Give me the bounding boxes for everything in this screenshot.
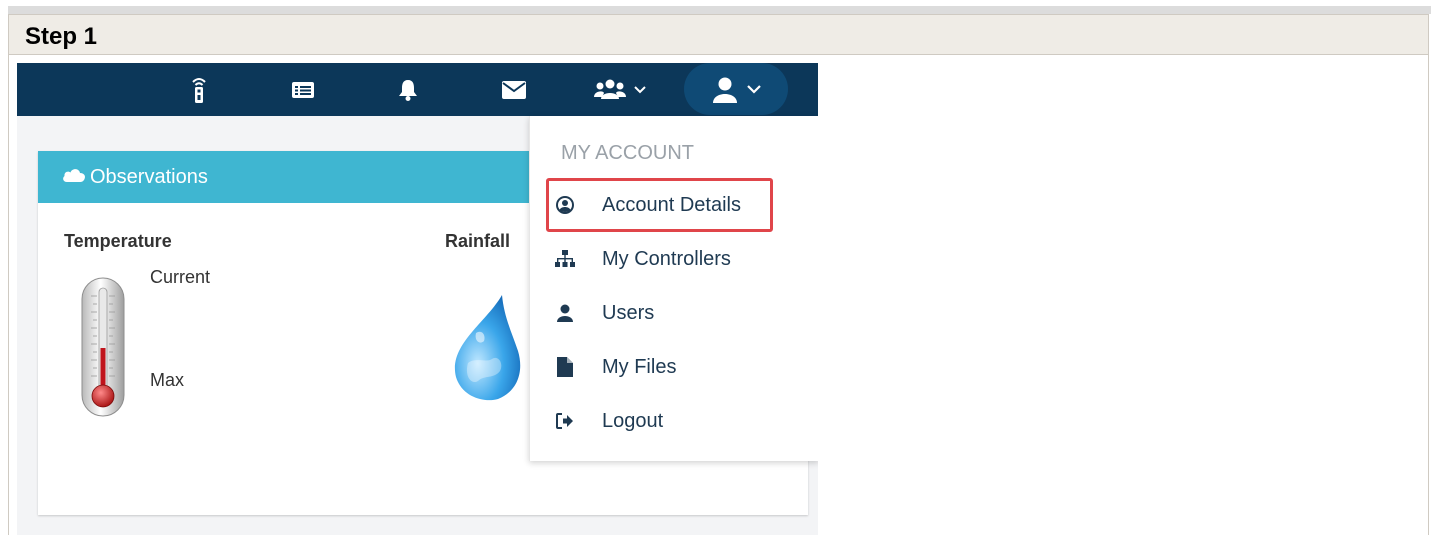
user-icon bbox=[557, 304, 573, 322]
my-account-header: MY ACCOUNT bbox=[561, 142, 694, 164]
menu-item-label: My Controllers bbox=[602, 247, 731, 270]
menu-item-my-files[interactable]: My Files bbox=[546, 344, 806, 390]
remote-icon[interactable] bbox=[187, 63, 211, 116]
thermometer-icon bbox=[81, 277, 125, 417]
file-icon bbox=[557, 357, 573, 377]
top-strip bbox=[8, 6, 1431, 14]
rainfall-label: Rainfall bbox=[445, 231, 511, 251]
top-navbar bbox=[17, 63, 818, 116]
account-dropdown-toggle[interactable] bbox=[707, 63, 767, 116]
menu-item-users[interactable]: Users bbox=[546, 290, 806, 336]
menu-item-account-details[interactable]: Account Details bbox=[546, 182, 806, 228]
temperature-label: Temperature bbox=[64, 231, 172, 251]
chevron-down-icon bbox=[634, 85, 646, 93]
current-label: Current bbox=[150, 267, 211, 287]
chevron-down-icon bbox=[747, 85, 761, 94]
envelope-icon[interactable] bbox=[501, 63, 527, 116]
sitemap-icon bbox=[555, 250, 575, 267]
doc-border-right bbox=[1428, 55, 1429, 535]
raindrop-globe-icon bbox=[454, 295, 521, 401]
users-dropdown[interactable] bbox=[592, 63, 648, 116]
users-icon bbox=[594, 79, 626, 99]
menu-item-label: Account Details bbox=[602, 193, 741, 216]
menu-item-label: Users bbox=[602, 301, 655, 324]
menu-item-my-controllers[interactable]: My Controllers bbox=[546, 236, 806, 282]
menu-item-label: Logout bbox=[602, 409, 664, 432]
menu-item-logout[interactable]: Logout bbox=[546, 398, 806, 444]
observations-title: Observations bbox=[90, 166, 208, 188]
cloud-icon bbox=[63, 169, 85, 182]
step-title: Step 1 bbox=[25, 23, 98, 50]
sign-out-icon bbox=[556, 413, 573, 429]
app-screenshot: Observations Temperature Current Max Rai… bbox=[17, 63, 818, 535]
user-icon bbox=[713, 77, 737, 103]
account-dropdown-menu: MY ACCOUNT Account Details My Controller… bbox=[529, 116, 818, 461]
list-icon[interactable] bbox=[290, 63, 316, 116]
menu-item-label: My Files bbox=[602, 355, 677, 378]
user-circle-icon bbox=[556, 196, 574, 214]
step-header: Step 1 bbox=[8, 14, 1429, 55]
max-label: Max bbox=[150, 370, 185, 390]
bell-icon[interactable] bbox=[396, 63, 420, 116]
doc-border-left bbox=[8, 55, 9, 535]
